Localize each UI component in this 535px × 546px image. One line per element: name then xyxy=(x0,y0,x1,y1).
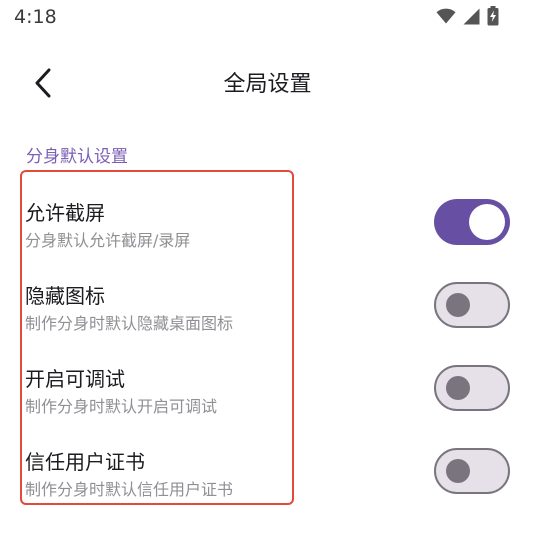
trust-user-certs-switch[interactable] xyxy=(434,448,510,494)
cellular-signal-icon xyxy=(463,8,480,24)
setting-title: 允许截屏 xyxy=(25,201,105,225)
setting-row-allow-screenshot[interactable]: 允许截屏 分身默认允许截屏/录屏 xyxy=(0,173,535,255)
hide-icon-switch[interactable] xyxy=(434,282,510,328)
switch-thumb xyxy=(469,204,505,240)
section-header: 分身默认设置 xyxy=(26,147,128,167)
setting-subtitle: 制作分身时默认隐藏桌面图标 xyxy=(25,314,234,333)
settings-screen: 4:18 全局设置 分身默认设置 允许截屏 分身默认允许截屏/录屏 隐藏图标 制… xyxy=(0,0,535,546)
setting-subtitle: 制作分身时默认信任用户证书 xyxy=(25,480,234,499)
wifi-icon xyxy=(436,8,456,24)
status-time: 4:18 xyxy=(14,6,57,28)
setting-subtitle: 分身默认允许截屏/录屏 xyxy=(25,231,191,250)
setting-row-hide-icon[interactable]: 隐藏图标 制作分身时默认隐藏桌面图标 xyxy=(0,256,535,338)
status-icons xyxy=(436,6,499,26)
setting-title: 隐藏图标 xyxy=(25,284,105,308)
switch-thumb xyxy=(446,375,470,400)
setting-title: 信任用户证书 xyxy=(25,450,145,474)
enable-debug-switch[interactable] xyxy=(434,365,510,411)
setting-row-trust-user-certs[interactable]: 信任用户证书 制作分身时默认信任用户证书 xyxy=(0,422,535,504)
setting-subtitle: 制作分身时默认开启可调试 xyxy=(25,397,218,416)
switch-thumb xyxy=(446,292,470,317)
allow-screenshot-switch[interactable] xyxy=(434,199,510,245)
setting-title: 开启可调试 xyxy=(25,367,125,391)
battery-charging-icon xyxy=(487,6,499,26)
setting-row-enable-debug[interactable]: 开启可调试 制作分身时默认开启可调试 xyxy=(0,339,535,421)
switch-thumb xyxy=(446,458,470,483)
page-title: 全局设置 xyxy=(223,72,312,97)
